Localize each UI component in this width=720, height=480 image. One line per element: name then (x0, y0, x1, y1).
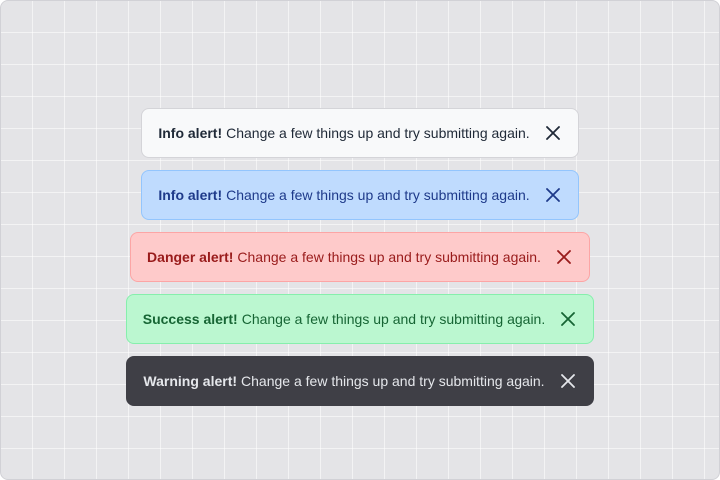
alert-title: Danger alert! (147, 249, 234, 265)
alert-message: Change a few things up and try submittin… (241, 373, 545, 389)
close-icon[interactable] (559, 310, 577, 328)
close-icon[interactable] (555, 248, 573, 266)
alert-stack: Info alert! Change a few things up and t… (1, 108, 719, 406)
alert-title: Success alert! (142, 311, 238, 327)
alert-info: Info alert! Change a few things up and t… (141, 170, 579, 220)
alert-danger: Danger alert! Change a few things up and… (130, 232, 590, 282)
alert-message: Change a few things up and try submittin… (241, 311, 546, 327)
close-icon[interactable] (544, 124, 562, 142)
alert-info-light: Info alert! Change a few things up and t… (141, 108, 579, 158)
alert-title: Warning alert! (143, 373, 238, 389)
alert-success: Success alert! Change a few things up an… (125, 294, 595, 344)
close-icon[interactable] (559, 372, 577, 390)
alert-message: Change a few things up and try submittin… (226, 187, 530, 203)
alert-warning-dark: Warning alert! Change a few things up an… (126, 356, 594, 406)
close-icon[interactable] (544, 186, 562, 204)
alert-message: Change a few things up and try submittin… (237, 249, 541, 265)
alert-title: Info alert! (158, 187, 223, 203)
canvas: Info alert! Change a few things up and t… (0, 0, 720, 480)
alert-message: Change a few things up and try submittin… (226, 125, 530, 141)
alert-title: Info alert! (158, 125, 223, 141)
